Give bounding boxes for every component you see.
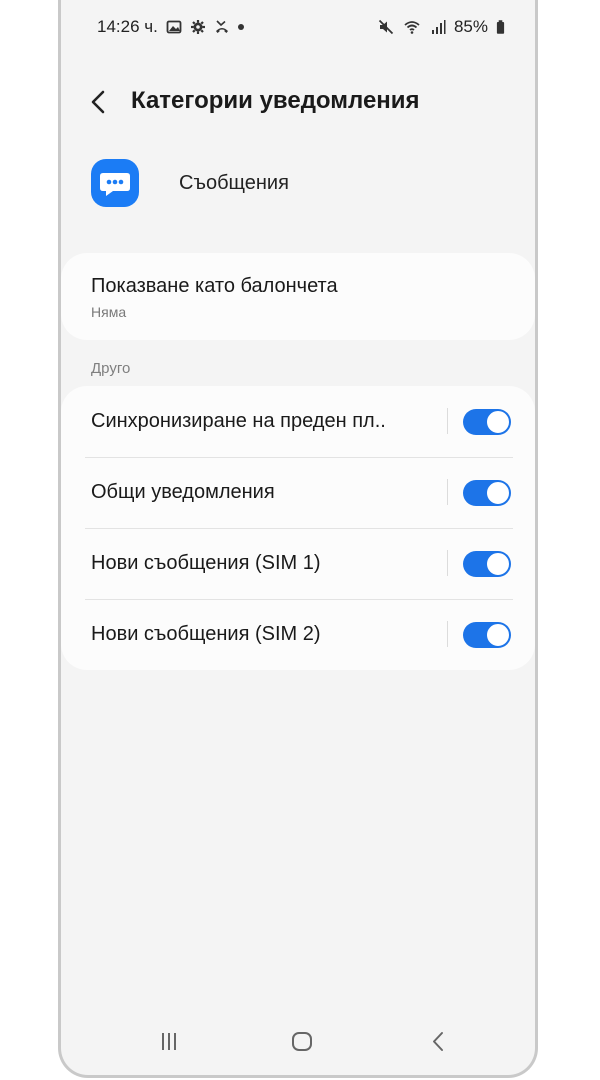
- chevron-left-icon[interactable]: [81, 84, 117, 120]
- toggle-knob: [486, 623, 510, 647]
- row-separator: [447, 621, 448, 647]
- toggle-switch[interactable]: [463, 551, 511, 577]
- toggle-knob: [486, 552, 510, 576]
- mute-icon: [378, 19, 394, 35]
- chat-bubble-icon: [100, 173, 130, 196]
- wifi-icon: [404, 21, 420, 34]
- list-item-new-messages-sim1[interactable]: Нови съобщения (SIM 1): [61, 528, 535, 599]
- page-title: Категории уведомления: [131, 87, 420, 114]
- bubbles-setting-value: Няма: [91, 304, 127, 320]
- toggle-switch[interactable]: [463, 409, 511, 435]
- list-item-label: Нови съобщения (SIM 1): [91, 552, 321, 574]
- row-separator: [447, 408, 448, 434]
- gallery-icon: [166, 20, 182, 34]
- battery-level: 85%: [453, 17, 488, 36]
- list-item-foreground-sync[interactable]: Синхронизиране на преден пл..: [61, 386, 535, 457]
- section-other-label: Друго: [91, 360, 131, 377]
- app-name: Съобщения: [179, 172, 289, 194]
- bubbles-setting-title: Показване като балончета: [91, 275, 338, 297]
- header: Категории уведомления: [61, 78, 535, 126]
- list-item-general-notifications[interactable]: Общи уведомления: [61, 457, 535, 528]
- app-info: Съобщения: [61, 156, 535, 212]
- missed-call-icon: [215, 20, 228, 33]
- messages-app-icon: [91, 159, 139, 207]
- dot-icon: [237, 24, 244, 30]
- status-left: 14:26 ч.: [97, 17, 244, 37]
- list-item-label: Нови съобщения (SIM 2): [91, 623, 321, 645]
- toggle-switch[interactable]: [463, 480, 511, 506]
- status-bar: 14:26 ч. 85%: [61, 0, 535, 54]
- gear-icon: [190, 20, 205, 34]
- other-categories-list: Синхронизиране на преден пл.. Общи уведо…: [61, 386, 535, 670]
- toggle-knob: [486, 481, 510, 505]
- recents-icon[interactable]: [149, 1027, 189, 1057]
- list-item-new-messages-sim2[interactable]: Нови съобщения (SIM 2): [61, 599, 535, 670]
- list-item-label: Синхронизиране на преден пл..: [91, 410, 386, 432]
- phone-screen: 14:26 ч. 85% Категории уведомления Съобщ…: [58, 0, 538, 1078]
- battery-icon: [496, 20, 505, 34]
- bubbles-setting[interactable]: Показване като балончета Няма: [61, 253, 535, 340]
- list-item-label: Общи уведомления: [91, 481, 275, 503]
- status-right: 85%: [378, 17, 505, 37]
- signal-icon: [431, 20, 446, 34]
- toggle-switch[interactable]: [463, 622, 511, 648]
- home-icon[interactable]: [282, 1027, 322, 1057]
- toggle-knob: [486, 410, 510, 434]
- row-separator: [447, 550, 448, 576]
- status-time: 14:26 ч.: [97, 17, 158, 36]
- navigation-bar: [61, 1011, 535, 1075]
- row-separator: [447, 479, 448, 505]
- back-icon[interactable]: [418, 1027, 458, 1057]
